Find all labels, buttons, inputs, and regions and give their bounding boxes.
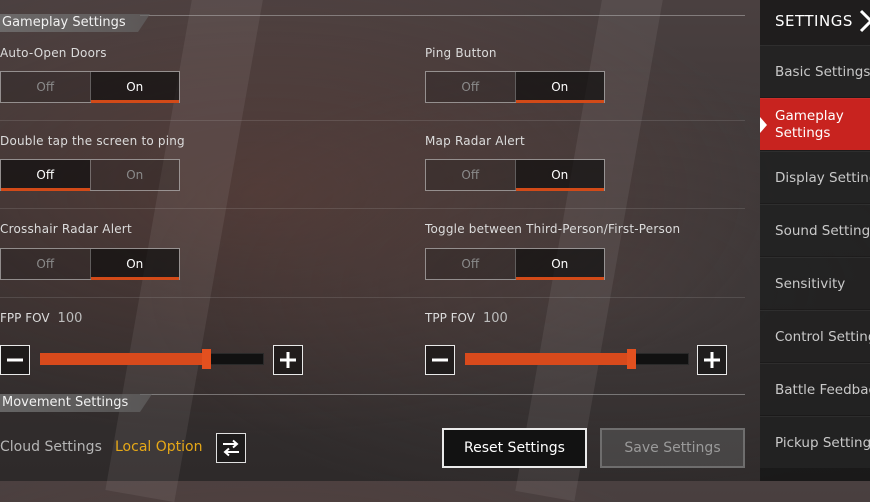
double-tap-ping-off-option[interactable]: Off: [1, 160, 90, 191]
sidebar-item-sound-settings[interactable]: Sound Settings: [760, 204, 870, 256]
crosshair-radar-alert-on-option[interactable]: On: [89, 249, 179, 280]
sidebar-item-basic-settings[interactable]: Basic Settings: [760, 45, 870, 97]
crosshair-radar-alert-toggle: Off On: [0, 248, 180, 280]
double-tap-ping-toggle: Off On: [0, 159, 180, 191]
ping-button-toggle: Off On: [425, 71, 605, 103]
sidebar-item-pickup-settings[interactable]: Pickup Settings: [760, 416, 870, 468]
map-radar-alert-on-option[interactable]: On: [514, 160, 604, 191]
cloud-settings-label: Cloud Settings: [0, 439, 102, 455]
header-divider: [140, 394, 745, 395]
settings-sidebar: SETTINGS Basic Settings Gameplay Setting…: [760, 0, 870, 481]
local-option-label: Local Option: [115, 439, 203, 455]
sidebar-title: SETTINGS: [775, 9, 870, 33]
save-settings-button[interactable]: Save Settings: [600, 428, 745, 468]
chevron-right-icon[interactable]: [858, 9, 870, 33]
section-title: Movement Settings: [2, 395, 129, 410]
map-radar-alert-label: Map Radar Alert: [425, 134, 525, 148]
settings-panel: Gameplay Settings Auto-Open Doors Off On…: [0, 0, 748, 481]
fpp-fov-decrease-button[interactable]: [0, 345, 30, 375]
tpp-fov-title: TPP FOV: [425, 311, 475, 325]
fpp-fov-title: FPP FOV: [0, 311, 50, 325]
perspective-on-option[interactable]: On: [514, 249, 604, 280]
sidebar-item-gameplay-settings[interactable]: Gameplay Settings: [760, 98, 870, 150]
sidebar-item-control-settings[interactable]: Control Settings: [760, 310, 870, 362]
sidebar-title-text: SETTINGS: [775, 12, 853, 30]
map-radar-alert-toggle: Off On: [425, 159, 605, 191]
crosshair-radar-alert-label: Crosshair Radar Alert: [0, 222, 132, 236]
crosshair-radar-alert-off-option[interactable]: Off: [1, 249, 90, 279]
perspective-toggle-label: Toggle between Third-Person/First-Person: [425, 222, 681, 236]
plus-icon: [704, 352, 720, 368]
slider-fill: [40, 353, 206, 365]
map-radar-alert-off-option[interactable]: Off: [426, 160, 515, 190]
minus-icon: [7, 358, 23, 362]
ping-button-off-option[interactable]: Off: [426, 72, 515, 102]
double-tap-ping-label: Double tap the screen to ping: [0, 134, 185, 148]
tpp-fov-increase-button[interactable]: [697, 345, 727, 375]
sidebar-item-display-settings[interactable]: Display Settings: [760, 151, 870, 203]
ping-button-label: Ping Button: [425, 46, 497, 60]
fpp-fov-label: FPP FOV 100: [0, 311, 82, 326]
header-divider: [140, 15, 745, 16]
tpp-fov-label: TPP FOV 100: [425, 311, 508, 326]
storage-switch-button[interactable]: [216, 433, 246, 463]
tpp-fov-decrease-button[interactable]: [425, 345, 455, 375]
perspective-toggle: Off On: [425, 248, 605, 280]
slider-thumb[interactable]: [626, 349, 636, 369]
sidebar-item-battle-feedback[interactable]: Battle Feedback: [760, 363, 870, 415]
double-tap-ping-on-option[interactable]: On: [89, 160, 180, 190]
perspective-off-option[interactable]: Off: [426, 249, 515, 279]
tpp-fov-value: 100: [482, 311, 508, 326]
movement-settings-header: Movement Settings: [0, 394, 152, 412]
reset-settings-button[interactable]: Reset Settings: [442, 428, 587, 468]
sidebar-item-sensitivity[interactable]: Sensitivity: [760, 257, 870, 309]
row-divider: [0, 120, 745, 121]
section-title: Gameplay Settings: [2, 15, 126, 30]
fpp-fov-increase-button[interactable]: [273, 345, 303, 375]
auto-open-doors-off-option[interactable]: Off: [1, 72, 90, 102]
gameplay-settings-header: Gameplay Settings: [0, 14, 150, 32]
row-divider: [0, 208, 745, 209]
auto-open-doors-on-option[interactable]: On: [89, 72, 179, 103]
minus-icon: [432, 358, 448, 362]
row-divider: [0, 297, 745, 298]
plus-icon: [280, 352, 296, 368]
slider-thumb[interactable]: [201, 349, 211, 369]
tpp-fov-slider[interactable]: [465, 349, 689, 369]
fpp-fov-value: 100: [57, 311, 83, 326]
ping-button-on-option[interactable]: On: [514, 72, 604, 103]
auto-open-doors-label: Auto-Open Doors: [0, 46, 107, 60]
auto-open-doors-toggle: Off On: [0, 71, 180, 103]
fpp-fov-slider[interactable]: [40, 349, 264, 369]
swap-arrows-icon: [223, 439, 239, 457]
slider-fill: [465, 353, 631, 365]
